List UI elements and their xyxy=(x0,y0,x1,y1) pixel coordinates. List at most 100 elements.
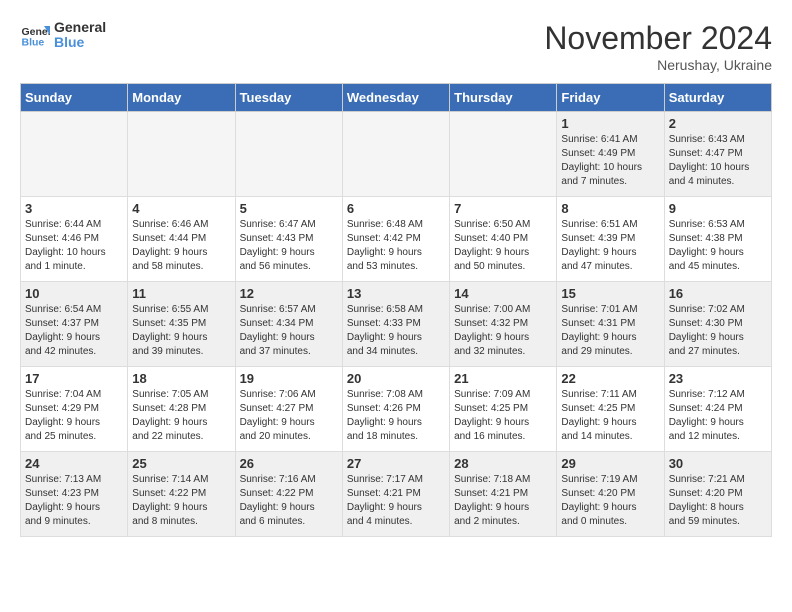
day-info: Sunrise: 6:48 AM Sunset: 4:42 PM Dayligh… xyxy=(347,218,445,274)
day-cell: 2Sunrise: 6:43 AM Sunset: 4:47 PM Daylig… xyxy=(664,112,771,197)
day-info: Sunrise: 7:09 AM Sunset: 4:25 PM Dayligh… xyxy=(454,388,552,444)
day-info: Sunrise: 7:01 AM Sunset: 4:31 PM Dayligh… xyxy=(561,303,659,359)
day-number: 21 xyxy=(454,371,552,386)
day-number: 30 xyxy=(669,456,767,471)
header: General Blue General Blue November 2024 … xyxy=(20,20,772,73)
day-number: 8 xyxy=(561,201,659,216)
day-number: 15 xyxy=(561,286,659,301)
day-cell: 29 Sunrise: 7:19 AM Sunset: 4:20 PM Dayli… xyxy=(557,452,664,537)
day-info: Sunrise: 6:41 AM Sunset: 4:49 PM Dayligh… xyxy=(561,133,659,189)
day-info: Sunrise: 7:14 AM Sunset: 4:22 PM Dayligh… xyxy=(132,473,230,529)
day-number: 25 xyxy=(132,456,230,471)
calendar-table: SundayMondayTuesdayWednesdayThursdayFrid… xyxy=(20,83,772,537)
day-info: Sunrise: 7:11 AM Sunset: 4:25 PM Dayligh… xyxy=(561,388,659,444)
day-cell: 15 Sunrise: 7:01 AM Sunset: 4:31 PM Dayli… xyxy=(557,282,664,367)
logo-general: General xyxy=(54,20,106,35)
svg-text:Blue: Blue xyxy=(22,37,45,49)
day-number: 14 xyxy=(454,286,552,301)
day-cell: 13Sunrise: 6:58 AM Sunset: 4:33 PM Dayli… xyxy=(342,282,449,367)
day-info: Sunrise: 6:58 AM Sunset: 4:33 PM Dayligh… xyxy=(347,303,445,359)
header-monday: Monday xyxy=(128,84,235,112)
day-number: 27 xyxy=(347,456,445,471)
month-title: November 2024 xyxy=(544,20,772,57)
day-cell: 18 Sunrise: 7:05 AM Sunset: 4:28 PM Dayli… xyxy=(128,367,235,452)
day-cell: 23 Sunrise: 7:12 AM Sunset: 4:24 PM Dayli… xyxy=(664,367,771,452)
day-cell: 28 Sunrise: 7:18 AM Sunset: 4:21 PM Dayli… xyxy=(450,452,557,537)
day-info: Sunrise: 6:47 AM Sunset: 4:43 PM Dayligh… xyxy=(240,218,338,274)
day-number: 16 xyxy=(669,286,767,301)
day-number: 28 xyxy=(454,456,552,471)
day-cell: 24 Sunrise: 7:13 AM Sunset: 4:23 PM Dayli… xyxy=(21,452,128,537)
day-info: Sunrise: 6:57 AM Sunset: 4:34 PM Dayligh… xyxy=(240,303,338,359)
week-row-4: 24 Sunrise: 7:13 AM Sunset: 4:23 PM Dayli… xyxy=(21,452,772,537)
day-number: 3 xyxy=(25,201,123,216)
day-info: Sunrise: 6:43 AM Sunset: 4:47 PM Dayligh… xyxy=(669,133,767,189)
day-info: Sunrise: 7:19 AM Sunset: 4:20 PM Dayligh… xyxy=(561,473,659,529)
header-friday: Friday xyxy=(557,84,664,112)
day-cell: 1Sunrise: 6:41 AM Sunset: 4:49 PM Daylig… xyxy=(557,112,664,197)
day-cell: 21 Sunrise: 7:09 AM Sunset: 4:25 PM Dayli… xyxy=(450,367,557,452)
day-number: 6 xyxy=(347,201,445,216)
day-number: 9 xyxy=(669,201,767,216)
day-info: Sunrise: 7:04 AM Sunset: 4:29 PM Dayligh… xyxy=(25,388,123,444)
day-cell: 14 Sunrise: 7:00 AM Sunset: 4:32 PM Dayli… xyxy=(450,282,557,367)
header-sunday: Sunday xyxy=(21,84,128,112)
day-info: Sunrise: 6:46 AM Sunset: 4:44 PM Dayligh… xyxy=(132,218,230,274)
day-info: Sunrise: 7:05 AM Sunset: 4:28 PM Dayligh… xyxy=(132,388,230,444)
day-info: Sunrise: 7:13 AM Sunset: 4:23 PM Dayligh… xyxy=(25,473,123,529)
day-cell: 30Sunrise: 7:21 AM Sunset: 4:20 PM Dayli… xyxy=(664,452,771,537)
day-info: Sunrise: 7:06 AM Sunset: 4:27 PM Dayligh… xyxy=(240,388,338,444)
day-cell: 4 Sunrise: 6:46 AM Sunset: 4:44 PM Daylig… xyxy=(128,197,235,282)
location: Nerushay, Ukraine xyxy=(544,57,772,73)
day-cell: 5 Sunrise: 6:47 AM Sunset: 4:43 PM Daylig… xyxy=(235,197,342,282)
day-info: Sunrise: 7:00 AM Sunset: 4:32 PM Dayligh… xyxy=(454,303,552,359)
header-saturday: Saturday xyxy=(664,84,771,112)
day-cell: 19Sunrise: 7:06 AM Sunset: 4:27 PM Dayli… xyxy=(235,367,342,452)
day-info: Sunrise: 6:44 AM Sunset: 4:46 PM Dayligh… xyxy=(25,218,123,274)
day-number: 20 xyxy=(347,371,445,386)
day-number: 12 xyxy=(240,286,338,301)
day-cell xyxy=(128,112,235,197)
day-number: 18 xyxy=(132,371,230,386)
day-cell: 9 Sunrise: 6:53 AM Sunset: 4:38 PM Daylig… xyxy=(664,197,771,282)
day-info: Sunrise: 6:50 AM Sunset: 4:40 PM Dayligh… xyxy=(454,218,552,274)
day-cell: 11 Sunrise: 6:55 AM Sunset: 4:35 PM Dayli… xyxy=(128,282,235,367)
day-info: Sunrise: 7:12 AM Sunset: 4:24 PM Dayligh… xyxy=(669,388,767,444)
day-cell xyxy=(21,112,128,197)
header-thursday: Thursday xyxy=(450,84,557,112)
day-info: Sunrise: 7:18 AM Sunset: 4:21 PM Dayligh… xyxy=(454,473,552,529)
day-info: Sunrise: 6:55 AM Sunset: 4:35 PM Dayligh… xyxy=(132,303,230,359)
day-cell: 16 Sunrise: 7:02 AM Sunset: 4:30 PM Dayli… xyxy=(664,282,771,367)
header-tuesday: Tuesday xyxy=(235,84,342,112)
header-wednesday: Wednesday xyxy=(342,84,449,112)
day-cell: 27 Sunrise: 7:17 AM Sunset: 4:21 PM Dayli… xyxy=(342,452,449,537)
day-info: Sunrise: 7:16 AM Sunset: 4:22 PM Dayligh… xyxy=(240,473,338,529)
day-number: 22 xyxy=(561,371,659,386)
day-info: Sunrise: 6:53 AM Sunset: 4:38 PM Dayligh… xyxy=(669,218,767,274)
day-cell xyxy=(450,112,557,197)
day-cell: 25 Sunrise: 7:14 AM Sunset: 4:22 PM Dayli… xyxy=(128,452,235,537)
day-cell: 22 Sunrise: 7:11 AM Sunset: 4:25 PM Dayli… xyxy=(557,367,664,452)
day-info: Sunrise: 7:02 AM Sunset: 4:30 PM Dayligh… xyxy=(669,303,767,359)
day-number: 29 xyxy=(561,456,659,471)
day-number: 11 xyxy=(132,286,230,301)
day-number: 24 xyxy=(25,456,123,471)
header-row: SundayMondayTuesdayWednesdayThursdayFrid… xyxy=(21,84,772,112)
day-cell xyxy=(235,112,342,197)
day-number: 10 xyxy=(25,286,123,301)
week-row-2: 10 Sunrise: 6:54 AM Sunset: 4:37 PM Dayli… xyxy=(21,282,772,367)
day-cell: 3 Sunrise: 6:44 AM Sunset: 4:46 PM Daylig… xyxy=(21,197,128,282)
day-info: Sunrise: 6:54 AM Sunset: 4:37 PM Dayligh… xyxy=(25,303,123,359)
week-row-0: 1Sunrise: 6:41 AM Sunset: 4:49 PM Daylig… xyxy=(21,112,772,197)
day-info: Sunrise: 7:17 AM Sunset: 4:21 PM Dayligh… xyxy=(347,473,445,529)
day-number: 4 xyxy=(132,201,230,216)
day-number: 5 xyxy=(240,201,338,216)
day-number: 17 xyxy=(25,371,123,386)
day-cell: 7 Sunrise: 6:50 AM Sunset: 4:40 PM Daylig… xyxy=(450,197,557,282)
day-number: 26 xyxy=(240,456,338,471)
day-number: 23 xyxy=(669,371,767,386)
logo-blue: Blue xyxy=(54,35,106,50)
day-number: 7 xyxy=(454,201,552,216)
day-cell: 6 Sunrise: 6:48 AM Sunset: 4:42 PM Daylig… xyxy=(342,197,449,282)
day-cell xyxy=(342,112,449,197)
